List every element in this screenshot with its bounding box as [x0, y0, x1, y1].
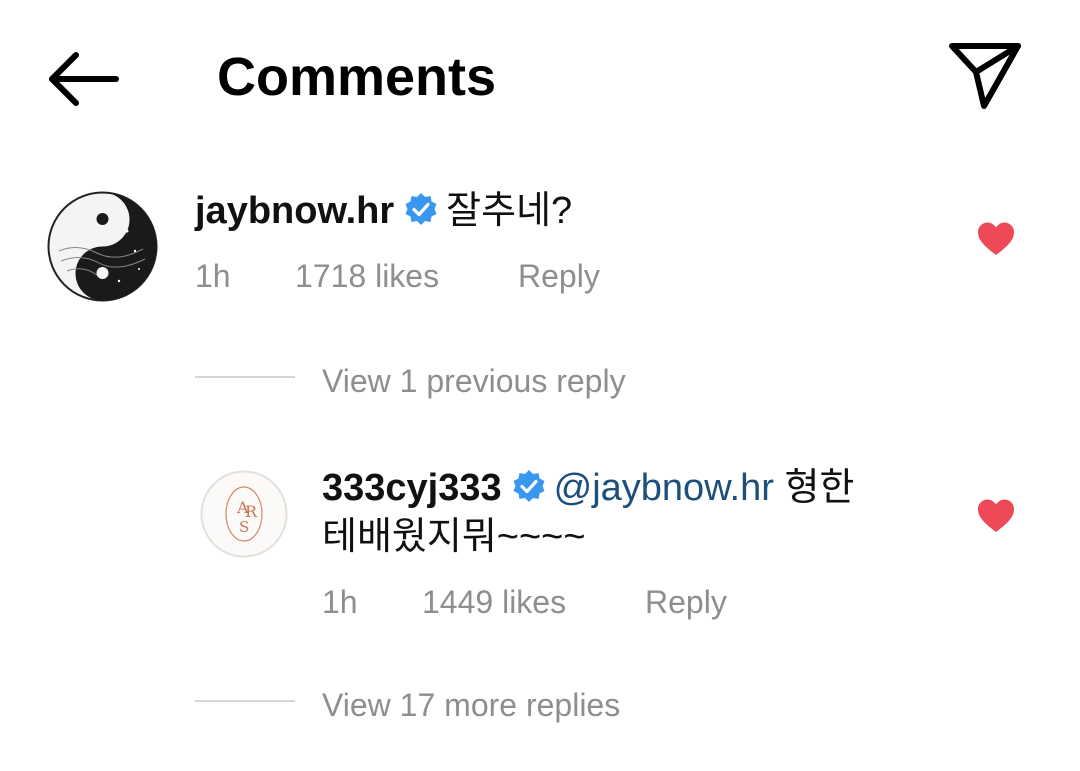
thread-divider — [195, 700, 295, 702]
comment-likes[interactable]: 1718 likes — [295, 256, 439, 296]
thread-divider — [195, 376, 295, 378]
comment-meta: 1h 1718 likes Reply — [195, 256, 695, 296]
reply-body-line-2: 테배웠지뭐~~~~ — [322, 516, 586, 558]
reply-meta: 1h 1449 likes Reply — [322, 582, 822, 622]
view-more-replies-button[interactable]: View 17 more replies — [322, 685, 620, 725]
reply-time: 1h — [322, 584, 358, 620]
reply-text: 형한 — [784, 467, 855, 509]
heart-filled-icon — [978, 222, 1014, 255]
svg-text:S: S — [239, 518, 249, 536]
monogram-avatar-icon: A R S — [200, 470, 288, 558]
view-previous-replies-button[interactable]: View 1 previous reply — [322, 361, 626, 401]
comment-time: 1h — [195, 258, 231, 294]
avatar[interactable]: A R S — [200, 470, 288, 558]
yin-yang-avatar-icon — [47, 191, 158, 302]
reply-button[interactable]: Reply — [518, 256, 600, 296]
reply-mention[interactable]: @jaybnow.hr — [554, 467, 774, 509]
heart-filled-icon — [978, 499, 1014, 532]
reply-username[interactable]: 333cyj333 — [322, 467, 502, 509]
verified-badge-icon — [513, 470, 545, 502]
comment-text: 잘추네? — [446, 190, 573, 232]
page-title: Comments — [217, 47, 497, 107]
comment-body: jaybnow.hr 잘추네? — [195, 188, 572, 234]
like-button[interactable] — [976, 498, 1016, 534]
like-button[interactable] — [976, 221, 1016, 257]
arrow-left-icon — [49, 52, 119, 106]
paper-plane-icon — [949, 43, 1021, 109]
reply-button[interactable]: Reply — [645, 582, 727, 622]
reply-likes[interactable]: 1449 likes — [422, 582, 566, 622]
reply-body-line-1: 333cyj333 @jaybnow.hr 형한 — [322, 465, 854, 511]
verified-badge-icon — [405, 193, 437, 225]
avatar[interactable] — [47, 191, 158, 302]
share-button[interactable] — [944, 38, 1026, 112]
back-button[interactable] — [44, 44, 124, 114]
comment-username[interactable]: jaybnow.hr — [195, 190, 394, 232]
